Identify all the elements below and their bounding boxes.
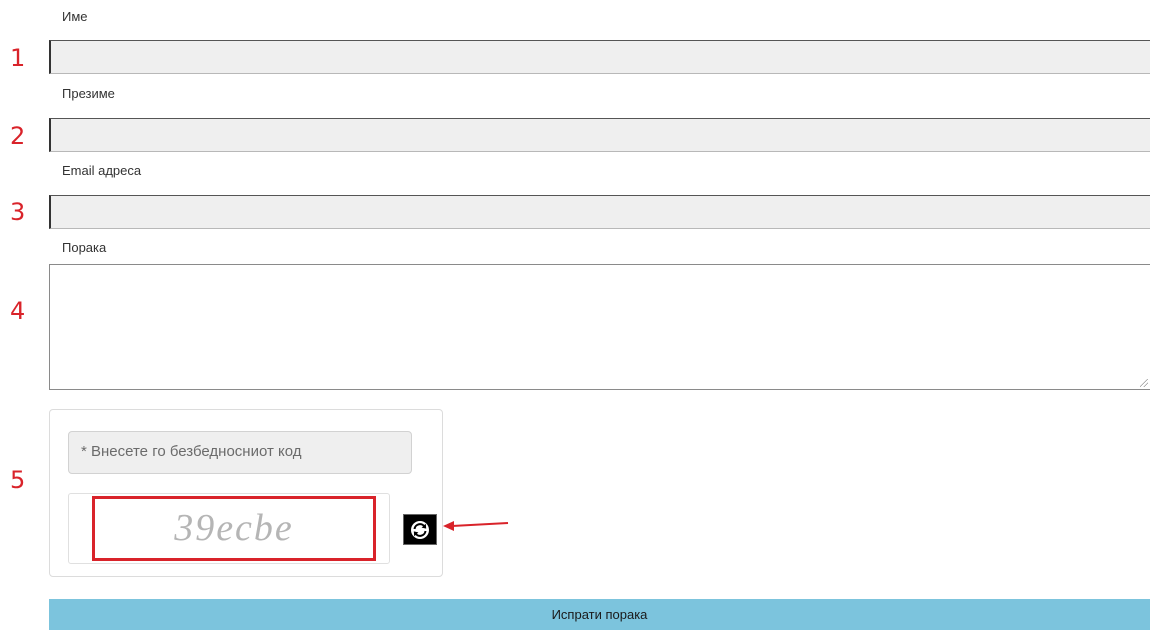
first-name-input[interactable] [49,40,1150,74]
last-name-input[interactable] [49,118,1150,152]
annotation-arrow-icon [443,521,509,531]
resize-grip-icon[interactable] [1140,379,1148,387]
captcha-highlight-box: 39ecbe [92,496,376,561]
email-input[interactable] [49,195,1150,229]
annotation-number-5: 5 [10,466,26,494]
annotation-number-3: 3 [10,198,26,226]
send-message-button[interactable]: Испрати порака [49,599,1150,630]
captcha-refresh-button[interactable] [403,514,437,545]
captcha-code: 39ecbe [174,507,294,549]
annotation-number-2: 2 [10,122,26,150]
first-name-label: Име [62,9,88,24]
email-label: Email адреса [62,163,142,178]
last-name-label: Презиме [62,86,115,101]
message-textarea[interactable] [49,264,1150,390]
annotation-number-4: 4 [10,297,26,325]
message-label: Порака [62,240,107,255]
captcha-input[interactable]: * Внесете го безбедносниот код [68,431,412,474]
annotation-number-1: 1 [10,44,26,72]
refresh-icon [411,520,429,539]
